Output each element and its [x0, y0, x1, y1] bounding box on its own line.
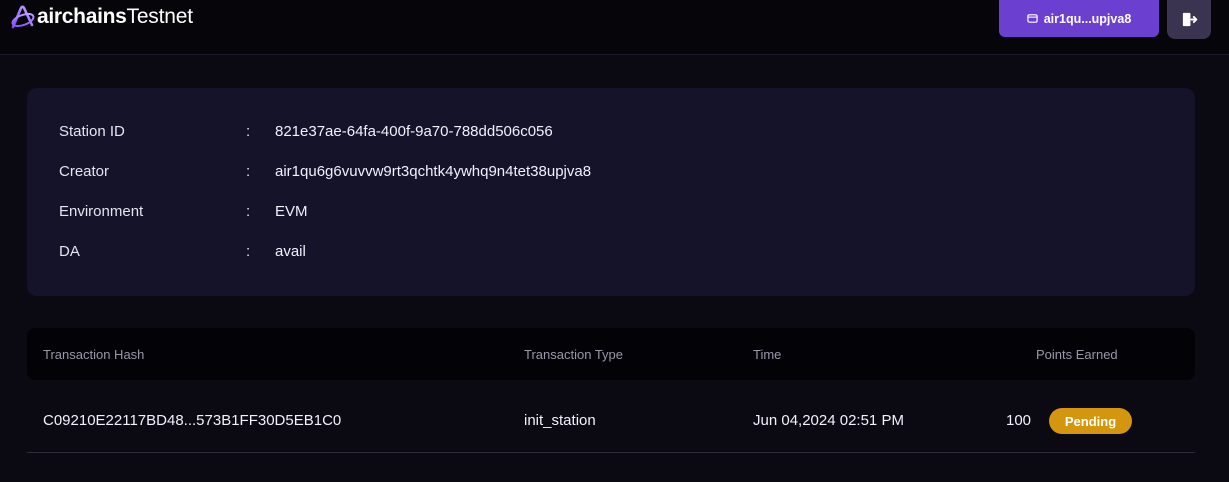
top-bar: airchains Testnet air1qu...upjva8: [0, 0, 1229, 55]
logo-text-airchains: airchains: [37, 5, 127, 28]
table-row[interactable]: C09210E22117BD48...573B1FF30D5EB1C0 init…: [27, 390, 1195, 453]
separator-colon: :: [246, 123, 251, 140]
environment-label: Environment: [59, 203, 144, 220]
creator-row: Creator : air1qu6g6vuvvw9rt3qchtk4ywhq9n…: [27, 163, 1195, 183]
transactions-table-header: Transaction Hash Transaction Type Time P…: [27, 328, 1195, 380]
transaction-type: init_station: [524, 412, 596, 429]
da-row: DA : avail: [27, 243, 1195, 263]
airchains-logo[interactable]: airchains Testnet: [10, 4, 193, 30]
logout-button[interactable]: [1167, 0, 1211, 39]
station-id-row: Station ID : 821e37ae-64fa-400f-9a70-788…: [27, 123, 1195, 143]
wallet-icon: [1027, 14, 1038, 23]
transaction-time: Jun 04,2024 02:51 PM: [753, 412, 904, 429]
wallet-address-label: air1qu...upjva8: [1043, 11, 1132, 26]
logo-text-testnet: Testnet: [126, 5, 194, 28]
column-header-type: Transaction Type: [524, 347, 623, 362]
transaction-hash[interactable]: C09210E22117BD48...573B1FF30D5EB1C0: [43, 412, 341, 429]
station-info-card: Station ID : 821e37ae-64fa-400f-9a70-788…: [27, 88, 1195, 296]
column-header-points: Points Earned: [1036, 347, 1118, 362]
da-value: avail: [275, 243, 306, 260]
points-earned: 100: [1006, 412, 1032, 429]
airchains-logo-icon: [11, 5, 35, 29]
wallet-address-button[interactable]: air1qu...upjva8: [999, 0, 1159, 37]
separator-colon: :: [246, 163, 251, 180]
logout-icon: [1182, 12, 1197, 27]
environment-value: EVM: [275, 203, 308, 220]
separator-colon: :: [246, 203, 251, 220]
creator-value: air1qu6g6vuvvw9rt3qchtk4ywhq9n4tet38upjv…: [275, 163, 592, 180]
station-id-value: 821e37ae-64fa-400f-9a70-788dd506c056: [275, 123, 553, 140]
creator-label: Creator: [59, 163, 110, 180]
station-id-label: Station ID: [59, 123, 125, 140]
status-badge: Pending: [1049, 408, 1132, 434]
separator-colon: :: [246, 243, 251, 260]
da-label: DA: [59, 243, 80, 260]
environment-row: Environment : EVM: [27, 203, 1195, 223]
column-header-hash: Transaction Hash: [43, 347, 145, 362]
column-header-time: Time: [753, 347, 782, 362]
